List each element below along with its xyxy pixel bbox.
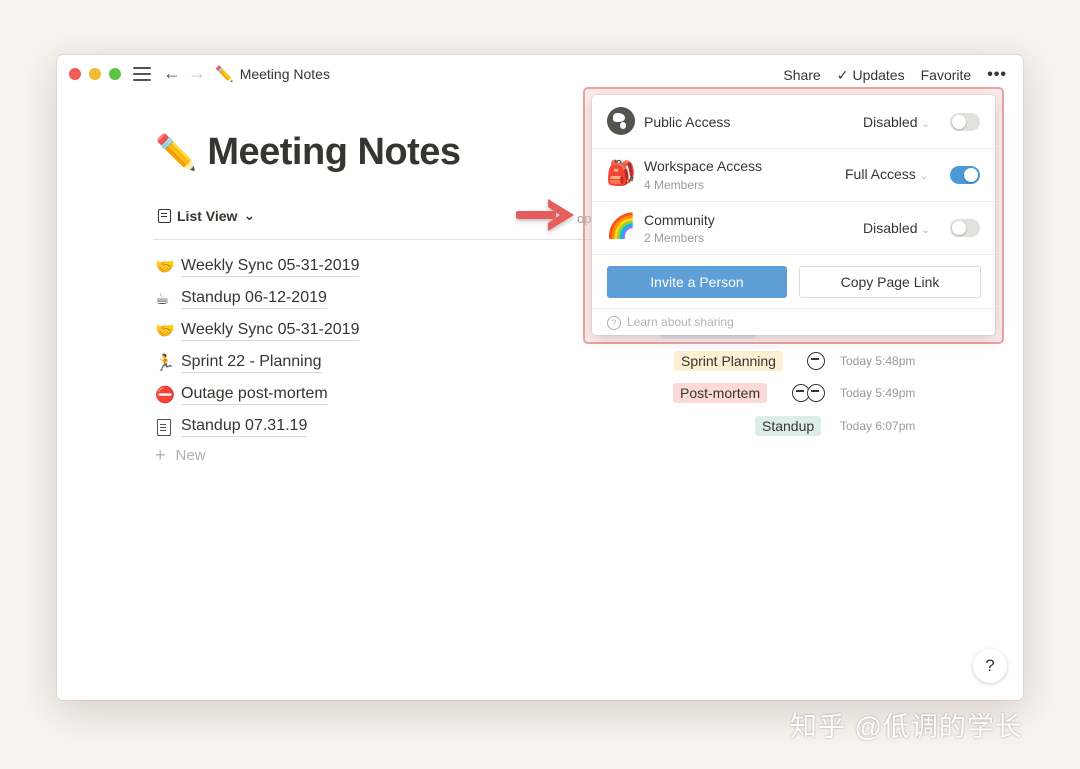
- community-dropdown[interactable]: Disabled ⌄: [863, 220, 930, 236]
- list-item[interactable]: ☕ Standup 06-12-2019: [155, 285, 327, 313]
- copy-page-link-button[interactable]: Copy Page Link: [799, 266, 981, 298]
- page-title: ✏️ Meeting Notes: [155, 131, 461, 174]
- community-value: Disabled: [863, 220, 918, 236]
- list-item[interactable]: Standup 07.31.19: [155, 413, 308, 441]
- chevron-down-icon: ⌄: [243, 207, 256, 223]
- public-access-row: Public Access Disabled ⌄: [592, 95, 995, 149]
- list-item[interactable]: 🤝 Weekly Sync 05-31-2019: [155, 317, 360, 345]
- coffee-icon: ☕: [155, 291, 170, 308]
- sidebar-menu-icon[interactable]: [133, 67, 151, 85]
- breadcrumb-title: Meeting Notes: [239, 66, 330, 82]
- document-icon: [157, 418, 171, 436]
- timestamp: Today 5:49pm: [840, 386, 916, 400]
- workspace-access-value: Full Access: [845, 166, 916, 182]
- chevron-down-icon: ⌄: [921, 225, 930, 236]
- workspace-members: 4 Members: [644, 178, 705, 192]
- handshake-icon: 🤝: [155, 323, 175, 340]
- backpack-icon: 🎒: [606, 160, 636, 187]
- public-access-value: Disabled: [863, 114, 918, 130]
- updates-button[interactable]: ✓ Updates: [837, 67, 905, 84]
- more-options-icon[interactable]: •••: [987, 66, 1007, 84]
- tag-post-mortem[interactable]: Post-mortem: [673, 383, 768, 403]
- new-item-button[interactable]: + New: [155, 445, 206, 466]
- share-popover: Public Access Disabled ⌄ 🎒 Workspace Acce…: [592, 95, 995, 335]
- page-title-text[interactable]: Meeting Notes: [207, 131, 461, 174]
- list-item[interactable]: 🏃 Sprint 22 - Planning: [155, 349, 322, 377]
- public-access-label: Public Access: [644, 114, 731, 130]
- share-button[interactable]: Share: [783, 67, 820, 83]
- runner-icon: 🏃: [155, 355, 175, 372]
- list-view-icon: [158, 208, 171, 223]
- divider: [153, 239, 647, 240]
- forward-arrow-icon[interactable]: →: [188, 63, 206, 83]
- watermark: 知乎 @低调的学长: [790, 712, 1023, 742]
- community-toggle[interactable]: [950, 219, 980, 237]
- back-arrow-icon[interactable]: ←: [163, 63, 181, 83]
- check-icon: ✓: [836, 66, 849, 83]
- popover-footer: ? Learn about sharing: [592, 308, 995, 336]
- globe-icon: [607, 107, 635, 135]
- new-item-label: New: [175, 447, 206, 464]
- chevron-down-icon: ⌄: [919, 171, 929, 182]
- handshake-icon: 🤝: [155, 259, 175, 276]
- list-item[interactable]: 🤝 Weekly Sync 05-31-2019: [155, 253, 360, 281]
- timestamp: Today 5:48pm: [840, 354, 916, 368]
- public-access-toggle[interactable]: [950, 113, 980, 131]
- annotation-arrow-icon: [516, 199, 574, 231]
- breadcrumb[interactable]: ✏️ Meeting Notes: [215, 65, 330, 83]
- workspace-access-dropdown[interactable]: Full Access ⌄: [845, 166, 928, 182]
- avatar: [807, 384, 825, 402]
- updates-label: Updates: [852, 67, 905, 83]
- rainbow-icon: 🌈: [606, 213, 636, 240]
- avatar: [807, 352, 825, 370]
- list-item-title[interactable]: Weekly Sync 05-31-2019: [181, 321, 360, 341]
- close-window-button[interactable]: [69, 68, 81, 80]
- workspace-access-label: Workspace Access: [644, 158, 763, 174]
- tag-sprint-planning[interactable]: Sprint Planning: [674, 351, 783, 371]
- tag-standup[interactable]: Standup: [755, 416, 822, 436]
- maximize-window-button[interactable]: [109, 68, 121, 80]
- list-item-title[interactable]: Standup 06-12-2019: [181, 289, 327, 309]
- plus-icon: +: [155, 445, 166, 465]
- list-item-title[interactable]: Sprint 22 - Planning: [181, 353, 322, 373]
- view-selector[interactable]: List View ⌄: [158, 207, 255, 224]
- help-button[interactable]: ?: [973, 649, 1007, 683]
- learn-about-sharing-link[interactable]: Learn about sharing: [627, 315, 734, 329]
- favorite-button[interactable]: Favorite: [921, 67, 972, 83]
- no-entry-icon: ⛔: [155, 387, 175, 404]
- list-item-title[interactable]: Standup 07.31.19: [181, 417, 308, 437]
- view-label: List View: [177, 207, 238, 224]
- pencil-icon: ✏️: [215, 66, 234, 83]
- topbar-actions: Share ✓ Updates Favorite •••: [767, 66, 1007, 84]
- timestamp: Today 6:07pm: [840, 419, 916, 433]
- invite-person-button[interactable]: Invite a Person: [607, 266, 787, 298]
- workspace-access-toggle[interactable]: [950, 166, 980, 184]
- question-circle-icon: ?: [607, 316, 621, 330]
- workspace-access-row: 🎒 Workspace Access 4 Members Full Access…: [592, 148, 995, 202]
- community-label: Community: [644, 212, 715, 228]
- list-item[interactable]: ⛔ Outage post-mortem: [155, 381, 328, 409]
- public-access-dropdown[interactable]: Disabled ⌄: [863, 114, 930, 130]
- chevron-down-icon: ⌄: [921, 119, 930, 130]
- list-item-title[interactable]: Outage post-mortem: [181, 385, 328, 405]
- community-members: 2 Members: [644, 231, 705, 245]
- community-row: 🌈 Community 2 Members Disabled ⌄: [592, 201, 995, 255]
- list-item-title[interactable]: Weekly Sync 05-31-2019: [181, 257, 360, 277]
- minimize-window-button[interactable]: [89, 68, 101, 80]
- pencil-icon: ✏️: [155, 133, 198, 172]
